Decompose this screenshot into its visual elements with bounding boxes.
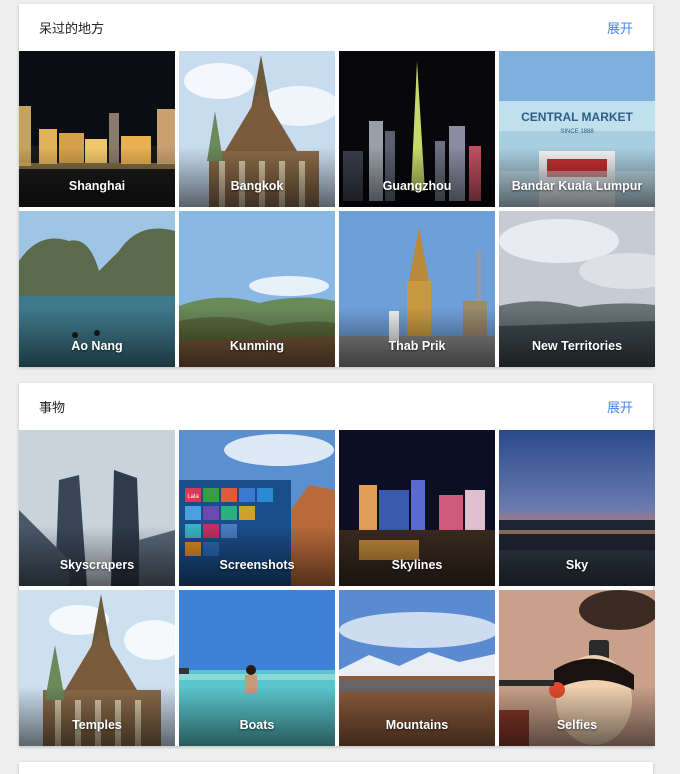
screenshot-tile-text: Lala [187,494,199,500]
album-tile-shanghai[interactable]: Shanghai [19,51,175,207]
next-card [19,762,653,774]
album-tile-bangkok[interactable]: Bangkok [179,51,335,207]
things-expand-link[interactable]: 展开 [607,397,633,416]
album-tile-skyscrapers[interactable]: Skyscrapers [19,430,175,586]
central-market-sign-subtext: SINCE 1888 [560,129,594,135]
things-title: 事物 [39,400,66,415]
places-card: 呆过的地方 展开 Shanghai Bangkok Guangzhou CENT… [19,4,655,367]
album-tile-skylines[interactable]: Skylines [339,430,495,586]
tile-label: Kunming [229,339,285,353]
places-grid: Shanghai Bangkok Guangzhou CENTRAL MARKE… [19,51,655,367]
album-tile-thab-prik[interactable]: Thab Prik [339,211,495,367]
places-card-header: 呆过的地方 展开 [19,4,653,51]
things-grid: Skyscrapers Lala Screenshots Skylines Sk… [19,430,655,746]
tile-label: Temples [72,718,122,732]
tile-label: Bandar Kuala Lumpur [511,179,643,193]
tile-label: Skylines [391,558,443,572]
album-tile-ao-nang[interactable]: Ao Nang [19,211,175,367]
tile-label: Thab Prik [388,339,446,353]
tile-label: Mountains [385,718,449,732]
tile-label: Screenshots [219,558,295,572]
album-tile-screenshots[interactable]: Lala Screenshots [179,430,335,586]
central-market-sign-text: CENTRAL MARKET [521,110,633,124]
places-expand-link[interactable]: 展开 [607,18,633,37]
places-title: 呆过的地方 [39,21,105,36]
tile-label: Selfies [556,718,598,732]
tile-label: Shanghai [68,179,126,193]
things-card: 事物 展开 Skyscrapers Lala Screenshots Skyli… [19,383,655,746]
album-tile-bandar-kuala-lumpur[interactable]: CENTRAL MARKET SINCE 1888 Bandar Kuala L… [499,51,655,207]
album-tile-sky[interactable]: Sky [499,430,655,586]
tile-label: Guangzhou [382,179,452,193]
album-tile-kunming[interactable]: Kunming [179,211,335,367]
album-tile-mountains[interactable]: Mountains [339,590,495,746]
tile-label: Skyscrapers [59,558,135,572]
tile-label: New Territories [531,339,623,353]
album-tile-new-territories[interactable]: New Territories [499,211,655,367]
tile-label: Bangkok [230,179,284,193]
album-tile-selfies[interactable]: Selfies [499,590,655,746]
tile-label: Boats [239,718,275,732]
album-tile-guangzhou[interactable]: Guangzhou [339,51,495,207]
tile-label: Sky [565,558,589,572]
album-tile-temples[interactable]: Temples [19,590,175,746]
things-card-header: 事物 展开 [19,383,653,430]
tile-label: Ao Nang [71,339,123,353]
album-tile-boats[interactable]: Boats [179,590,335,746]
